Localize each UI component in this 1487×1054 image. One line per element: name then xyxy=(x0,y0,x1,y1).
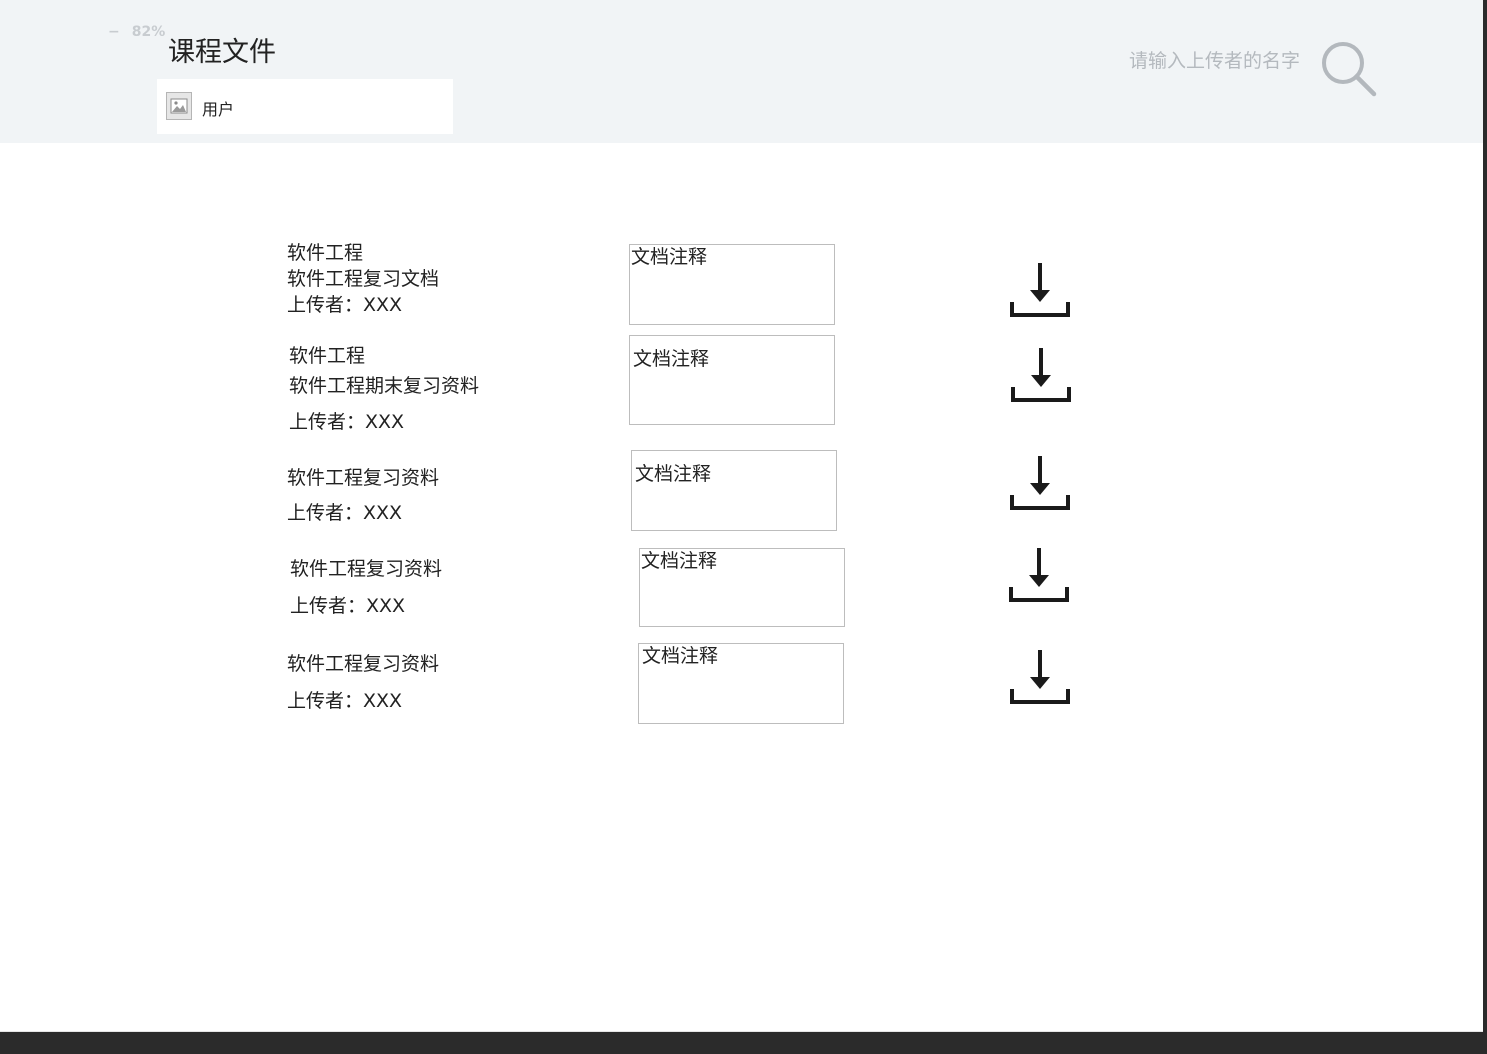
download-button-3[interactable] xyxy=(1010,455,1072,513)
file-uploader-2: 上传者：XXX xyxy=(289,411,405,433)
image-placeholder-icon xyxy=(166,92,192,120)
file-comment-1[interactable]: 文档注释 xyxy=(629,244,835,325)
download-icon xyxy=(1009,548,1069,602)
download-icon xyxy=(1011,348,1071,402)
file-title-4: 软件工程复习资料 xyxy=(290,558,443,580)
search-button[interactable] xyxy=(1318,38,1380,100)
file-comment-5[interactable]: 文档注释 xyxy=(638,643,844,724)
search-input[interactable] xyxy=(1060,44,1300,78)
user-label: 用户 xyxy=(202,100,235,119)
zoom-out-button[interactable]: − xyxy=(108,24,120,40)
magnifier-icon xyxy=(1322,42,1377,97)
user-info[interactable]: 用户 xyxy=(157,79,453,134)
divider xyxy=(0,1031,1483,1032)
download-button-1[interactable] xyxy=(1010,262,1072,320)
file-name-1: 软件工程 xyxy=(287,242,364,264)
download-icon xyxy=(1010,650,1070,704)
header: −82% 课程文件 用户 xyxy=(0,0,1483,143)
file-title-2: 软件工程期末复习资料 xyxy=(289,375,480,397)
file-comment-2[interactable]: 文档注释 xyxy=(629,335,835,425)
file-title-3: 软件工程复习资料 xyxy=(287,467,440,489)
download-icon xyxy=(1010,456,1070,510)
file-uploader-1: 上传者：XXX xyxy=(287,294,403,316)
file-comment-4[interactable]: 文档注释 xyxy=(639,548,845,627)
download-button-2[interactable] xyxy=(1011,347,1073,405)
zoom-control[interactable]: −82% xyxy=(108,24,165,40)
file-uploader-4: 上传者：XXX xyxy=(290,595,406,617)
download-button-5[interactable] xyxy=(1010,649,1072,707)
file-title-1: 软件工程复习文档 xyxy=(287,268,440,290)
page-title: 课程文件 xyxy=(168,37,276,68)
file-title-5: 软件工程复习资料 xyxy=(287,653,440,675)
download-icon xyxy=(1010,263,1070,317)
page: −82% 课程文件 用户 软件工程 软件工程复习文档 上传者：XXX 文档注释 xyxy=(0,0,1483,1032)
file-comment-3[interactable]: 文档注释 xyxy=(631,450,837,531)
file-uploader-5: 上传者：XXX xyxy=(287,690,403,712)
file-name-2: 软件工程 xyxy=(289,345,366,367)
zoom-level: 82% xyxy=(131,24,166,40)
file-uploader-3: 上传者：XXX xyxy=(287,502,403,524)
download-button-4[interactable] xyxy=(1009,547,1071,605)
